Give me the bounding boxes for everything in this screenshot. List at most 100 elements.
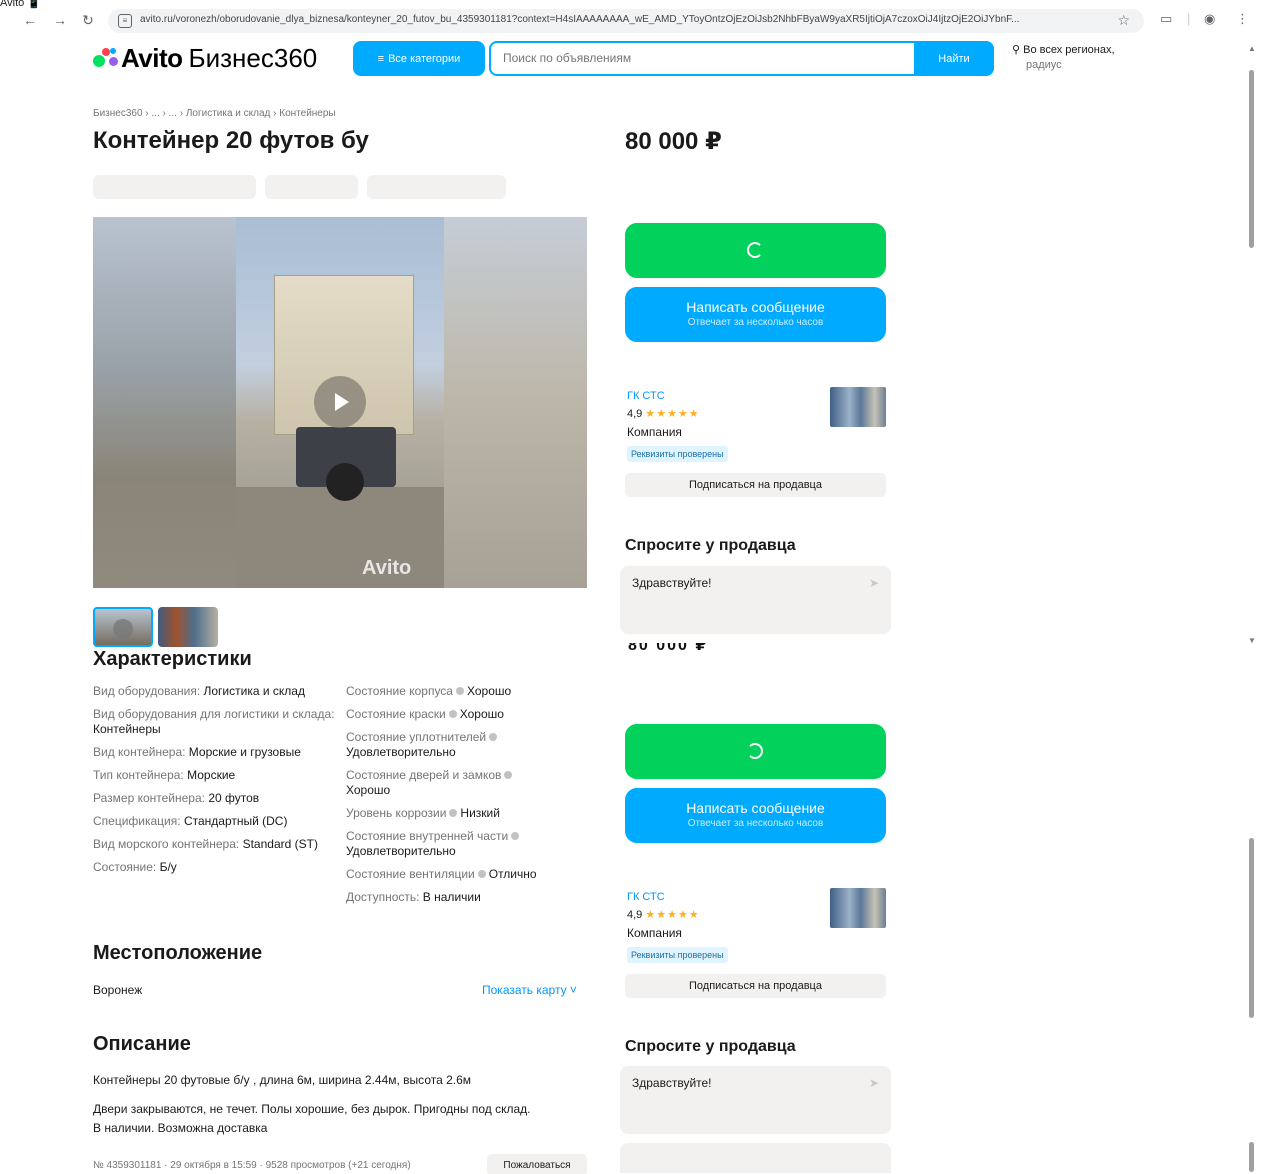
- verified-badge: Реквизиты проверены: [627, 947, 728, 963]
- search-button[interactable]: Найти: [914, 41, 994, 76]
- subscribe-button[interactable]: Подписаться на продавца: [625, 473, 886, 497]
- region-line1: Во всех регионах,: [1023, 44, 1115, 56]
- seller-rating[interactable]: 4,9 ★★★★★: [627, 908, 700, 921]
- scrollbar-thumb-lower[interactable]: [1249, 838, 1254, 1018]
- info-icon[interactable]: [477, 870, 486, 878]
- seller-rating[interactable]: 4,9 ★★★★★: [627, 407, 700, 420]
- forward-icon[interactable]: →: [52, 12, 68, 28]
- info-icon[interactable]: [449, 809, 458, 817]
- price: 80 000 ₽: [625, 128, 722, 155]
- menu-kebab-icon[interactable]: ⋮: [1236, 11, 1249, 27]
- ask-seller-text[interactable]: Здравствуйте!: [632, 1076, 712, 1090]
- site-info-icon[interactable]: ≡: [118, 14, 132, 28]
- skeleton-placeholder: [265, 175, 358, 199]
- logo-avito-text: Avito: [121, 42, 183, 73]
- spec-value: Б/у: [159, 860, 177, 874]
- spec-value: Логистика и склад: [203, 684, 305, 698]
- skeleton-placeholder: [93, 175, 256, 199]
- skeleton-placeholder: [367, 175, 506, 199]
- thumbnail-play-icon: [113, 619, 133, 639]
- all-categories-button[interactable]: ≡ Все категории: [353, 41, 485, 76]
- spec-value: Удовлетворительно: [346, 745, 456, 759]
- write-message-button-sticky[interactable]: Написать сообщение Отвечает за несколько…: [625, 788, 886, 843]
- spec-value: Хорошо: [459, 707, 504, 721]
- region-line2: радиус: [1026, 59, 1062, 71]
- bookmark-star-icon[interactable]: ☆: [1117, 12, 1130, 29]
- spec-label: Вид оборудования для логистики и склада:: [93, 707, 335, 721]
- write-message-sub: Отвечает за несколько часов: [687, 818, 824, 829]
- extensions-icon[interactable]: ▭: [1160, 11, 1172, 27]
- listing-meta: № 4359301181 · 29 октября в 15:59 · 9528…: [93, 1160, 411, 1171]
- spec-label: Состояние вентиляции: [346, 867, 475, 881]
- page-title: Контейнер 20 футов бу: [93, 127, 369, 154]
- spec-value: В наличии: [422, 890, 481, 904]
- scroll-up-icon[interactable]: ▲: [1248, 44, 1256, 53]
- wheel-image: [326, 463, 364, 501]
- report-button[interactable]: Пожаловаться: [487, 1154, 587, 1174]
- play-video-icon[interactable]: [314, 376, 366, 428]
- avito-logo[interactable]: Avito Бизнес360: [93, 42, 317, 74]
- reload-icon[interactable]: ↻: [80, 12, 96, 28]
- ground-image: [236, 487, 444, 588]
- spec-label: Состояние корпуса: [346, 684, 453, 698]
- ask-seller-box[interactable]: Здравствуйте! ➤: [620, 566, 891, 634]
- seller-avatar[interactable]: [830, 387, 886, 427]
- gallery-thumbnail-video[interactable]: [93, 607, 153, 647]
- scrollbar-thumb-upper[interactable]: [1249, 70, 1254, 248]
- address-bar[interactable]: ≡ avito.ru/voronezh/oborudovanie_dlya_bi…: [108, 9, 1144, 33]
- send-icon[interactable]: ➤: [869, 1076, 879, 1090]
- write-message-button[interactable]: Написать сообщение Отвечает за несколько…: [625, 287, 886, 342]
- seller-rating-value: 4,9: [627, 408, 643, 420]
- subscribe-button[interactable]: Подписаться на продавца: [625, 974, 886, 998]
- spec-label: Доступность:: [346, 890, 420, 904]
- info-icon[interactable]: [489, 733, 498, 741]
- ask-seller-title: Спросите у продавца: [625, 537, 796, 554]
- info-icon[interactable]: [455, 687, 464, 695]
- spec-label: Вид контейнера:: [93, 745, 186, 759]
- spec-label: Спецификация:: [93, 814, 181, 828]
- spec-label: Вид оборудования:: [93, 684, 201, 698]
- info-icon[interactable]: [511, 832, 520, 840]
- rating-stars-icon: ★★★★★: [645, 408, 700, 420]
- url-text[interactable]: avito.ru/voronezh/oborudovanie_dlya_bizn…: [140, 14, 1090, 25]
- info-icon[interactable]: [448, 710, 457, 718]
- tab-label: Avito 📱: [0, 0, 42, 9]
- spec-item: Состояние дверей и замков Хорошо: [346, 768, 586, 798]
- info-icon[interactable]: [504, 771, 513, 779]
- scrollbar-thumb-bottom[interactable]: [1249, 1142, 1254, 1172]
- ask-seller-box[interactable]: Здравствуйте! ➤: [620, 1066, 891, 1134]
- spec-item: Вид контейнера: Морские и грузовые: [93, 745, 338, 760]
- spec-item: Состояние корпуса Хорошо: [346, 684, 586, 699]
- spec-value: 20 футов: [208, 791, 260, 805]
- seller-name[interactable]: ГК СТС: [627, 891, 665, 903]
- spec-value: Отлично: [488, 867, 537, 881]
- spec-item: Состояние внутренней части Удовлетворител…: [346, 829, 586, 859]
- spec-label: Состояние:: [93, 860, 157, 874]
- seller-rating-value: 4,9: [627, 909, 643, 921]
- spec-label: Уровень коррозии: [346, 806, 447, 820]
- spec-item: Вид оборудования для логистики и склада:…: [93, 707, 338, 737]
- back-icon[interactable]: ←: [22, 12, 38, 28]
- profile-icon[interactable]: ◉: [1204, 11, 1215, 27]
- seller-avatar[interactable]: [830, 888, 886, 928]
- sticky-price-fragment: 80 000 ₽: [628, 643, 824, 651]
- show-phone-button-sticky[interactable]: [625, 724, 886, 779]
- show-phone-button[interactable]: [625, 223, 886, 278]
- region-selector[interactable]: ⚲ Во всех регионах, радиус: [1012, 43, 1115, 73]
- gallery-thumbnail[interactable]: [158, 607, 218, 647]
- spec-value: Морские: [187, 768, 236, 782]
- specs-right-column: Состояние корпуса Хорошо Состояние краски…: [346, 684, 586, 913]
- breadcrumb[interactable]: Бизнес360 › ... › ... › Логистика и скла…: [93, 108, 336, 119]
- spec-value: Удовлетворительно: [346, 844, 456, 858]
- seller-name[interactable]: ГК СТС: [627, 390, 665, 402]
- send-icon[interactable]: ➤: [869, 576, 879, 590]
- scroll-down-icon[interactable]: ▼: [1248, 636, 1256, 645]
- categories-label: Все категории: [388, 52, 461, 65]
- ask-seller-box-partial: [620, 1143, 891, 1173]
- show-map-link[interactable]: Показать карту ˅: [482, 983, 577, 997]
- gallery-blur-left: [93, 217, 236, 588]
- logo-b360-text: Бизнес360: [188, 42, 318, 73]
- ask-seller-text[interactable]: Здравствуйте!: [632, 576, 712, 590]
- search-input[interactable]: [503, 51, 903, 65]
- spec-label: Состояние внутренней части: [346, 829, 509, 843]
